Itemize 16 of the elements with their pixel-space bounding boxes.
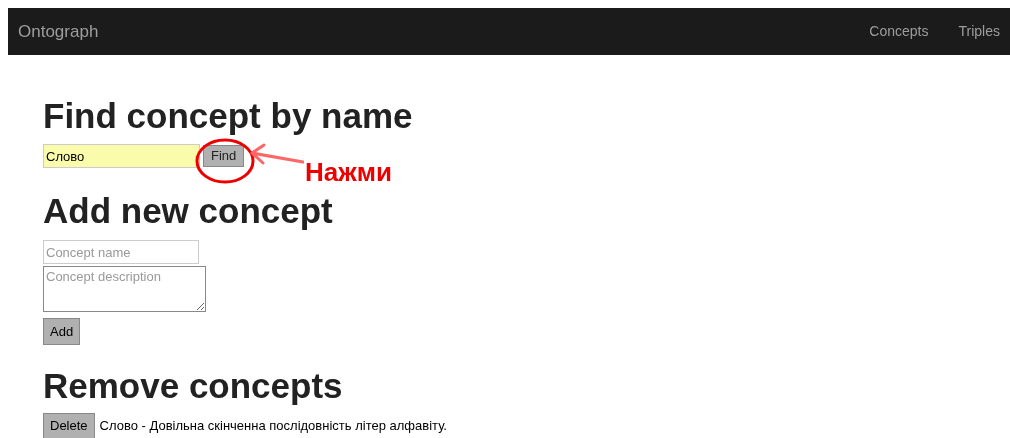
section-heading: Find concept by name	[43, 97, 413, 135]
search-field[interactable]: Слово	[43, 144, 200, 168]
find-button[interactable]: Find	[203, 145, 245, 167]
circle-annotation	[194, 136, 256, 186]
add-button[interactable]: Add	[43, 318, 81, 345]
brand-link[interactable]: Ontograph	[18, 18, 99, 45]
annotation-text: Нажми	[305, 156, 392, 189]
nav-link[interactable]: Triples	[958, 21, 1000, 42]
nav-link[interactable]: Concepts	[869, 21, 929, 42]
delete-button[interactable]: Delete	[43, 413, 95, 438]
section-heading: Remove concepts	[43, 367, 343, 405]
name-field[interactable]: Concept name	[43, 240, 199, 264]
concept-text: Слово - Довільна скінченна послідовність літер алфавіту.	[99, 417, 447, 436]
section-heading: Add new concept	[43, 192, 333, 230]
arrow-annotation	[248, 143, 304, 165]
description-field[interactable]: Concept description	[43, 266, 206, 312]
